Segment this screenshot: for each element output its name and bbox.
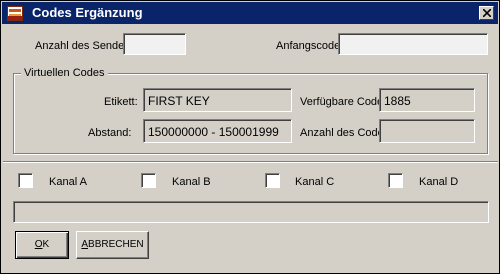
available-codes-field[interactable]: 1885 [379, 88, 475, 112]
senders-label: Anzahl des Senders: [35, 40, 137, 52]
senders-count-field[interactable] [123, 33, 186, 55]
cancel-button[interactable]: ABBRECHEN [76, 231, 149, 259]
app-logo-icon [7, 6, 23, 21]
title-bar[interactable]: Codes Ergänzung [2, 2, 498, 24]
channel-b-label: Kanal B [172, 176, 211, 188]
cancel-button-label: BBRECHEN [88, 239, 144, 250]
close-icon [483, 9, 491, 17]
ok-button-mnemonic: O [34, 239, 43, 250]
channel-a-checkbox[interactable] [18, 173, 33, 188]
window-title: Codes Ergänzung [32, 5, 143, 20]
channel-c-checkbox[interactable] [265, 173, 280, 188]
start-code-field[interactable] [338, 33, 488, 55]
virtual-codes-group-title: Virtuellen Codes [21, 67, 108, 79]
dialog-window: Codes Ergänzung Anzahl des Senders: Anfa… [0, 0, 500, 274]
channel-d-label: Kanal D [419, 176, 459, 188]
available-codes-label: Verfügbare Codes: [300, 96, 392, 108]
label-label: Etikett: [104, 96, 138, 108]
range-label: Abstand: [88, 127, 132, 139]
channel-d-checkbox[interactable] [388, 173, 403, 188]
channel-b-checkbox[interactable] [141, 173, 156, 188]
channel-c-label: Kanal C [295, 176, 335, 188]
channel-a-label: Kanal A [49, 176, 87, 188]
range-field[interactable]: 150000000 - 150001999 [143, 119, 292, 143]
ok-button-label: K [42, 239, 50, 250]
separator [3, 161, 498, 163]
close-button[interactable] [479, 6, 494, 20]
label-field[interactable]: FIRST KEY [143, 88, 292, 112]
start-code-label: Anfangscode: [276, 40, 344, 52]
code-count-field[interactable] [379, 119, 475, 143]
ok-button[interactable]: OK [15, 231, 69, 259]
status-field [13, 201, 489, 223]
